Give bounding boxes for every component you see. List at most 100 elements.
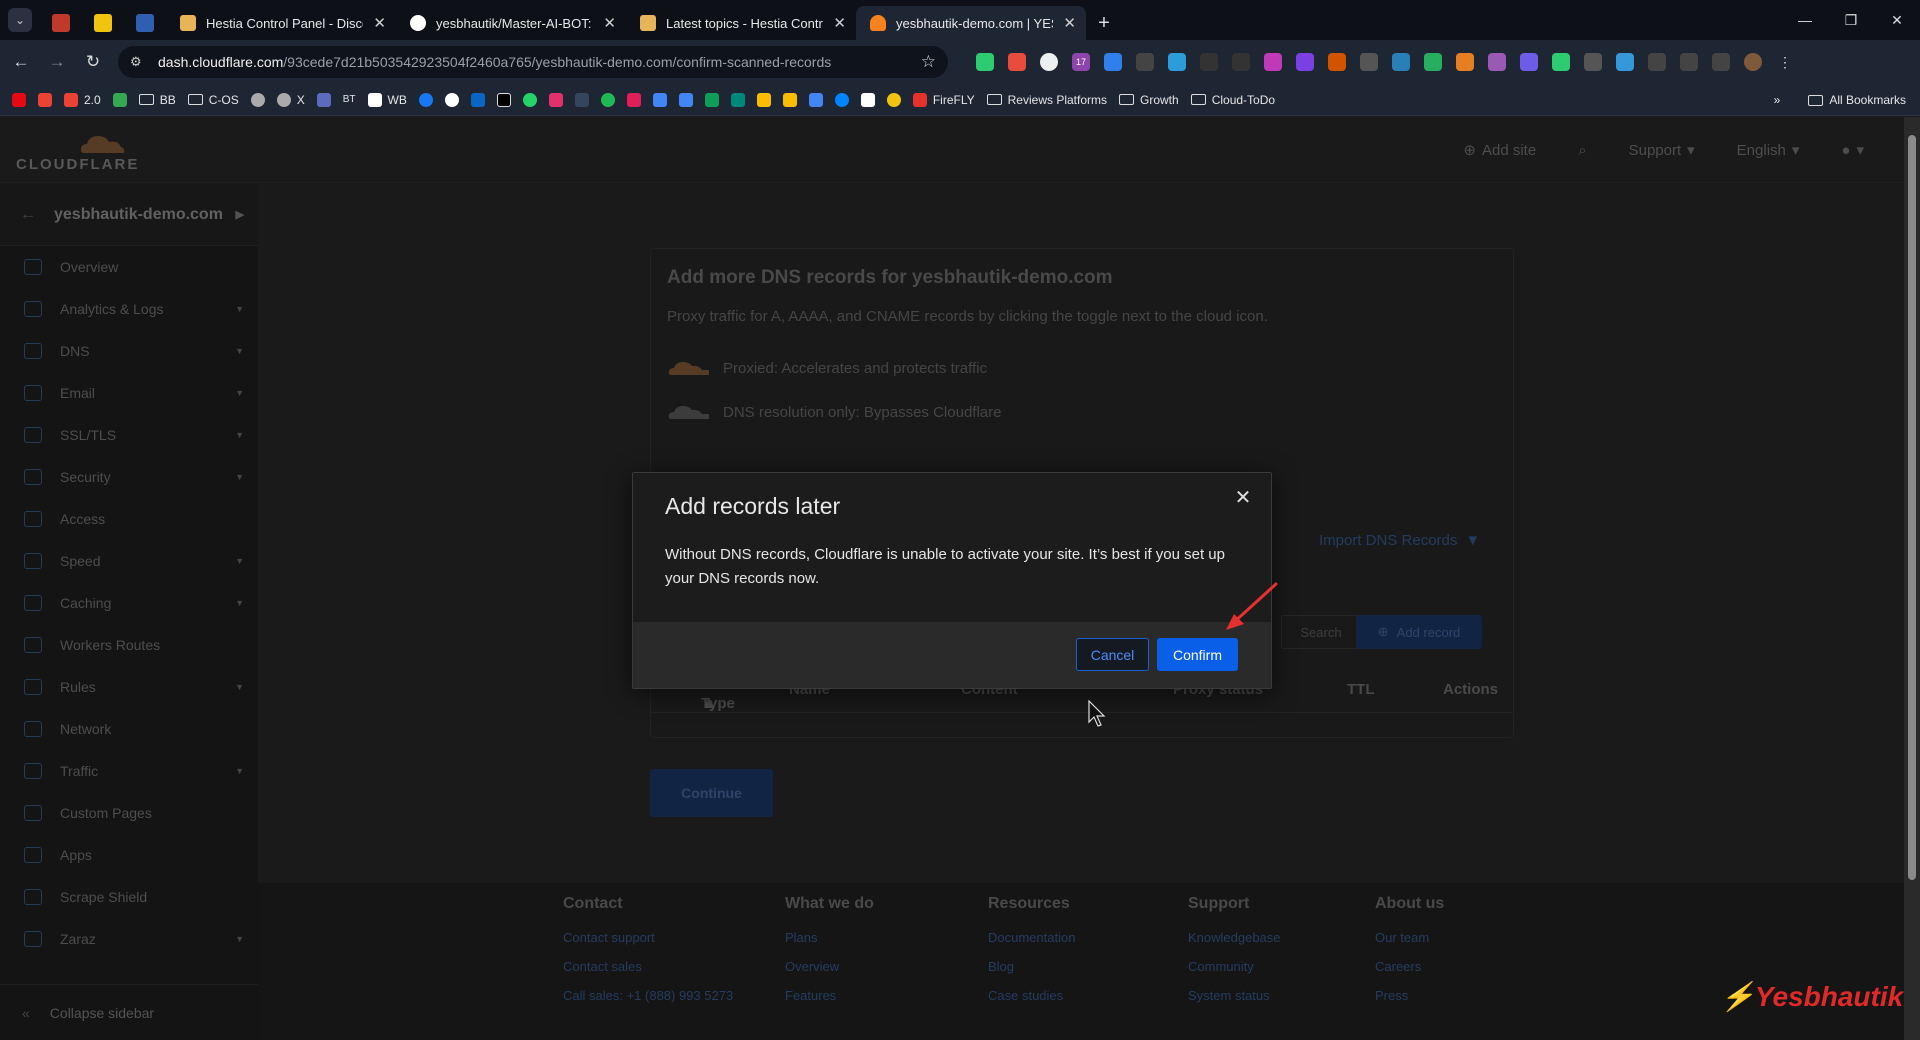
bookmark-icon-link[interactable] — [316, 92, 331, 107]
extension-icon[interactable] — [1488, 53, 1506, 71]
extension-icon[interactable] — [1552, 53, 1570, 71]
extension-icon[interactable] — [1104, 53, 1122, 71]
browser-menu-icon[interactable]: ⋮ — [1776, 53, 1794, 71]
bookmark-drive[interactable] — [112, 92, 127, 107]
extension-icon[interactable] — [1584, 53, 1602, 71]
bookmark-tumblr[interactable] — [574, 92, 589, 107]
extension-icon[interactable] — [1136, 53, 1154, 71]
bookmark-label: Cloud-ToDo — [1211, 92, 1276, 107]
bookmark-star-icon[interactable]: ☆ — [921, 52, 936, 72]
extension-icon[interactable] — [1168, 53, 1186, 71]
pinned-tab-2[interactable] — [82, 6, 124, 40]
browser-tab[interactable]: yesbhautik/Master-AI-BOT: Ma ✕ — [396, 6, 626, 40]
folder-icon — [138, 94, 154, 105]
reload-icon[interactable]: ↻ — [78, 47, 108, 77]
new-tab-button[interactable]: + — [1086, 6, 1122, 40]
photos-icon — [782, 92, 797, 107]
restore-icon[interactable]: ❐ — [1828, 0, 1874, 40]
extension-icon[interactable] — [1264, 53, 1282, 71]
bookmark-firefly[interactable]: FireFLY — [912, 92, 975, 107]
bookmark-spotify[interactable] — [600, 92, 615, 107]
extension-icon[interactable] — [1456, 53, 1474, 71]
pinned-tab-1[interactable] — [40, 6, 82, 40]
side-panel-icon[interactable] — [1712, 53, 1730, 71]
minimize-icon[interactable]: — — [1782, 0, 1828, 40]
page-scrollbar[interactable] — [1904, 117, 1920, 1040]
tab-close-icon[interactable]: ✕ — [1063, 14, 1076, 32]
bookmark-maps[interactable] — [756, 92, 771, 107]
bookmark-wb[interactable]: WB — [367, 92, 407, 107]
cancel-button[interactable]: Cancel — [1076, 638, 1149, 671]
bookmark-whatsapp[interactable] — [522, 92, 537, 107]
more-bookmarks-icon[interactable]: » — [1774, 93, 1781, 107]
extension-icon[interactable] — [1616, 53, 1634, 71]
extensions-puzzle-icon[interactable] — [1648, 53, 1666, 71]
bookmark-slack[interactable] — [626, 92, 641, 107]
bookmark-github[interactable] — [444, 92, 459, 107]
extension-icon[interactable] — [1424, 53, 1442, 71]
extension-icon[interactable] — [1360, 53, 1378, 71]
extension-icon[interactable] — [1296, 53, 1314, 71]
browser-tab[interactable]: Hestia Control Panel - Discour ✕ — [166, 6, 396, 40]
back-icon[interactable]: ← — [6, 47, 36, 77]
extension-icon[interactable] — [976, 53, 994, 71]
bookmark-docs[interactable] — [678, 92, 693, 107]
bookmark-translate[interactable] — [808, 92, 823, 107]
bookmark-amazon[interactable] — [860, 92, 875, 107]
extension-icon[interactable]: 17 — [1072, 53, 1090, 71]
tab-close-icon[interactable]: ✕ — [373, 14, 386, 32]
tab-close-icon[interactable]: ✕ — [833, 14, 846, 32]
x-icon — [496, 92, 511, 107]
tab-close-icon[interactable]: ✕ — [603, 14, 616, 32]
browser-tab[interactable]: Latest topics - Hestia Control F ✕ — [626, 6, 856, 40]
bookmark-calendar[interactable] — [652, 92, 667, 107]
labs-icon[interactable] — [1680, 53, 1698, 71]
confirm-label: Confirm — [1172, 646, 1222, 663]
bookmark-folder-growth[interactable]: Growth — [1119, 93, 1179, 107]
linkedin-icon — [470, 92, 485, 107]
bookmark-globe[interactable] — [250, 92, 265, 107]
extension-icon[interactable] — [1392, 53, 1410, 71]
wb-icon — [367, 92, 382, 107]
bookmark-x-globe[interactable]: X — [276, 92, 305, 107]
pinned-tab-3[interactable] — [124, 6, 166, 40]
modal-close-icon[interactable]: ✕ — [1231, 485, 1255, 509]
folder-icon — [1808, 94, 1824, 106]
extension-icon[interactable] — [1040, 53, 1058, 71]
close-window-icon[interactable]: ✕ — [1874, 0, 1920, 40]
forward-icon[interactable]: → — [42, 47, 72, 77]
extension-icon[interactable] — [1200, 53, 1218, 71]
bookmark-netflix[interactable] — [12, 92, 26, 107]
scrollbar-thumb[interactable] — [1908, 135, 1916, 880]
bookmark-folder-todo[interactable]: Cloud-ToDo — [1190, 92, 1276, 107]
bookmark-linkedin[interactable] — [470, 92, 485, 107]
bookmark-folder-reviews[interactable]: Reviews Platforms — [986, 93, 1107, 107]
profile-avatar[interactable] — [1744, 53, 1762, 71]
bookmark-photos[interactable] — [782, 92, 797, 107]
tab-search-icon[interactable]: ⌄ — [8, 8, 32, 32]
extension-icon[interactable] — [1232, 53, 1250, 71]
instagram-icon — [548, 92, 563, 107]
bookmark-folder-bb[interactable]: BB — [138, 93, 176, 107]
bookmark-bt[interactable]: BT — [343, 94, 356, 105]
extension-icon[interactable] — [1008, 53, 1026, 71]
all-bookmarks[interactable]: All Bookmarks — [1808, 93, 1906, 107]
extension-icon[interactable] — [1328, 53, 1346, 71]
bookmark-messenger[interactable] — [834, 92, 849, 107]
bookmark-facebook[interactable] — [418, 92, 433, 107]
extension-icon[interactable] — [1520, 53, 1538, 71]
bookmark-folder-cos[interactable]: C-OS — [187, 93, 239, 107]
address-bar[interactable]: ⚙ dash.cloudflare.com/93cede7d21b5035429… — [118, 46, 948, 78]
calendar-icon — [652, 92, 667, 107]
confirm-button[interactable]: Confirm — [1157, 638, 1238, 671]
bookmark-x[interactable] — [496, 92, 511, 107]
bookmark-smile[interactable] — [886, 92, 901, 107]
bookmark-sheets[interactable] — [704, 92, 719, 107]
bookmark-instagram[interactable] — [548, 92, 563, 107]
bookmark-gmail[interactable] — [38, 92, 52, 107]
browser-tab-active[interactable]: yesbhautik-demo.com | YESBH ✕ — [856, 6, 1086, 40]
site-info-icon[interactable]: ⚙ — [130, 54, 148, 70]
url-path: /93cede7d21b503542923504f2460a765/yesbha… — [283, 54, 832, 70]
bookmark-gmail-2[interactable]: 2.0 — [64, 92, 101, 107]
bookmark-meet[interactable] — [730, 92, 745, 107]
